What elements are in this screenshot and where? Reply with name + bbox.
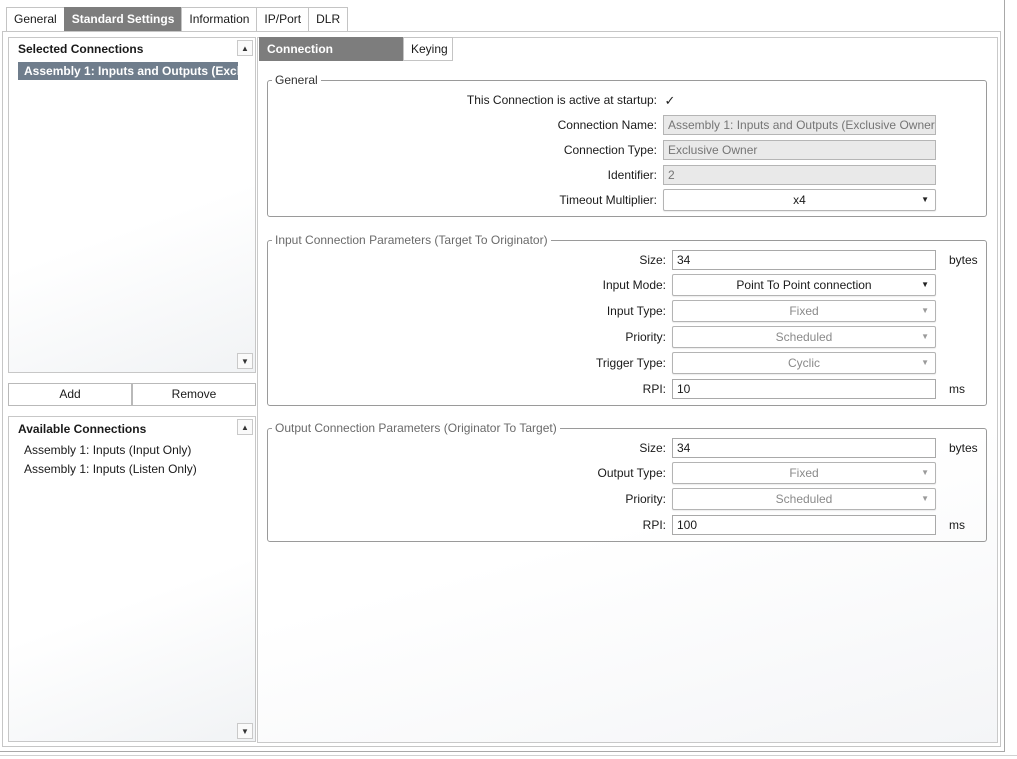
trigger-type-label: Trigger Type: xyxy=(595,356,666,370)
input-type-value: Fixed xyxy=(789,304,819,318)
input-mode-select[interactable]: Point To Point connection ▼ xyxy=(672,274,936,296)
output-size-unit: bytes xyxy=(949,441,978,455)
scroll-down-icon[interactable]: ▼ xyxy=(237,723,253,739)
input-size-unit: bytes xyxy=(949,253,978,267)
tab-information[interactable]: Information xyxy=(181,7,258,31)
tab-standard-settings[interactable]: Standard Settings xyxy=(63,7,183,31)
connection-name-label: Connection Name: xyxy=(557,118,657,132)
input-priority-select[interactable]: Scheduled ▼ xyxy=(672,326,936,348)
output-priority-label: Priority: xyxy=(625,492,666,506)
output-type-select[interactable]: Fixed ▼ xyxy=(672,462,936,484)
tab-connection-parameters[interactable]: Connection Parameters xyxy=(259,37,403,79)
active-at-startup-checkbox[interactable]: ✓ xyxy=(663,93,677,108)
tab-general[interactable]: General xyxy=(6,7,65,31)
output-size-field[interactable]: 34 xyxy=(672,438,936,458)
chevron-down-icon: ▼ xyxy=(921,358,929,367)
identifier-label: Identifier: xyxy=(607,168,657,182)
output-type-value: Fixed xyxy=(789,466,819,480)
output-rpi-label: RPI: xyxy=(642,518,666,532)
input-priority-value: Scheduled xyxy=(775,330,833,344)
chevron-down-icon: ▼ xyxy=(921,468,929,477)
input-size-field[interactable]: 34 xyxy=(672,250,936,270)
connection-name-field[interactable]: Assembly 1: Inputs and Outputs (Exclusiv… xyxy=(663,115,936,135)
chevron-down-icon: ▼ xyxy=(921,306,929,315)
input-size-label: Size: xyxy=(639,253,666,267)
timeout-multiplier-select[interactable]: x4 ▼ xyxy=(663,189,936,211)
input-params-legend: Input Connection Parameters (Target To O… xyxy=(272,233,551,247)
scroll-up-icon[interactable]: ▲ xyxy=(237,40,253,56)
trigger-type-select[interactable]: Cyclic ▼ xyxy=(672,352,936,374)
output-priority-select[interactable]: Scheduled ▼ xyxy=(672,488,936,510)
output-params-legend: Output Connection Parameters (Originator… xyxy=(272,421,560,435)
chevron-down-icon: ▼ xyxy=(921,332,929,341)
connection-type-field[interactable]: Exclusive Owner xyxy=(663,140,936,160)
input-mode-value: Point To Point connection xyxy=(736,278,872,292)
input-rpi-label: RPI: xyxy=(642,382,666,396)
input-type-label: Input Type: xyxy=(606,304,666,318)
input-rpi-unit: ms xyxy=(949,382,965,396)
input-type-select[interactable]: Fixed ▼ xyxy=(672,300,936,322)
output-rpi-unit: ms xyxy=(949,518,965,532)
tab-dlr[interactable]: DLR xyxy=(308,7,349,31)
timeout-multiplier-value: x4 xyxy=(793,193,806,207)
output-type-label: Output Type: xyxy=(597,466,667,480)
remove-button[interactable]: Remove xyxy=(132,383,256,406)
available-connections-pane: Available Connections Assembly 1: Inputs… xyxy=(8,416,256,742)
scroll-down-icon[interactable]: ▼ xyxy=(237,353,253,369)
tab-keying[interactable]: Keying xyxy=(403,37,453,61)
chevron-down-icon: ▼ xyxy=(921,195,929,204)
selected-connections-pane: Selected Connections Assembly 1: Inputs … xyxy=(8,37,256,373)
connection-type-label: Connection Type: xyxy=(563,143,657,157)
input-rpi-field[interactable]: 10 xyxy=(672,379,936,399)
output-priority-value: Scheduled xyxy=(775,492,833,506)
timeout-multiplier-label: Timeout Multiplier: xyxy=(559,193,657,207)
trigger-type-value: Cyclic xyxy=(788,356,820,370)
output-rpi-field[interactable]: 100 xyxy=(672,515,936,535)
chevron-down-icon: ▼ xyxy=(921,494,929,503)
input-mode-label: Input Mode: xyxy=(602,278,666,292)
list-item[interactable]: Assembly 1: Inputs (Input Only) xyxy=(18,441,191,460)
available-connections-title: Available Connections xyxy=(18,422,147,436)
chevron-down-icon: ▼ xyxy=(921,280,929,289)
output-size-label: Size: xyxy=(639,441,666,455)
scroll-up-icon[interactable]: ▲ xyxy=(237,419,253,435)
main-tabs: General Standard Settings Information IP… xyxy=(6,7,349,32)
active-at-startup-label: This Connection is active at startup: xyxy=(466,93,657,107)
add-button[interactable]: Add xyxy=(8,383,132,406)
tab-ip-port[interactable]: IP/Port xyxy=(256,7,310,31)
list-item[interactable]: Assembly 1: Inputs and Outputs (Exclusiv… xyxy=(18,62,238,80)
selected-connections-title: Selected Connections xyxy=(18,42,144,56)
general-group-legend: General xyxy=(272,73,321,87)
identifier-field[interactable]: 2 xyxy=(663,165,936,185)
bottom-divider xyxy=(0,755,1017,756)
input-priority-label: Priority: xyxy=(625,330,666,344)
list-item[interactable]: Assembly 1: Inputs (Listen Only) xyxy=(18,460,197,479)
